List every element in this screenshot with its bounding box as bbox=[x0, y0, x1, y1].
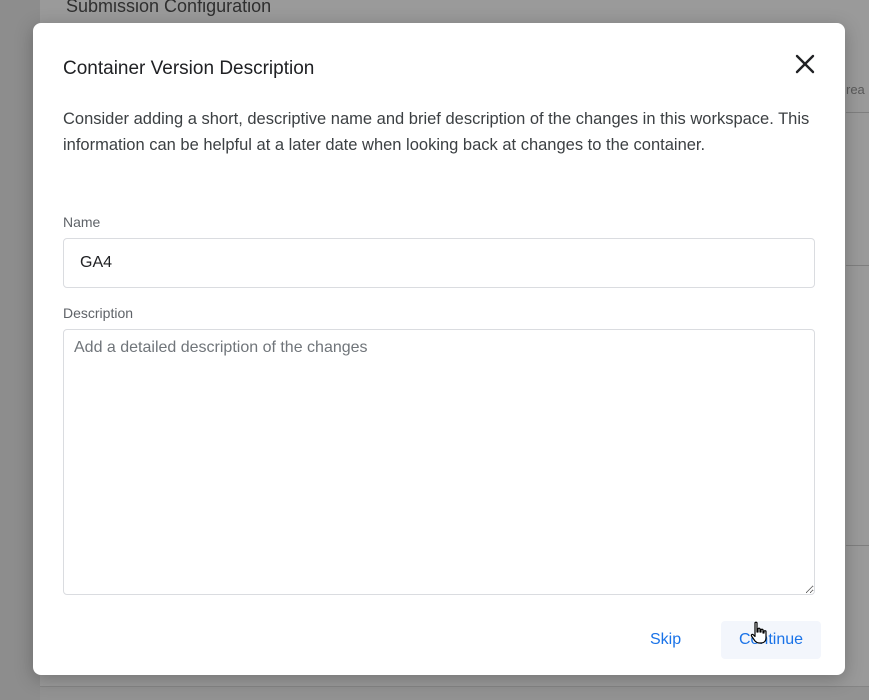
background-divider bbox=[846, 545, 869, 546]
name-input[interactable] bbox=[63, 238, 815, 288]
dialog-title: Container Version Description bbox=[63, 58, 315, 79]
hand-pointer-cursor-icon bbox=[750, 621, 767, 644]
continue-button[interactable]: Continue bbox=[721, 621, 821, 659]
background-divider bbox=[846, 265, 869, 266]
skip-button[interactable]: Skip bbox=[636, 621, 695, 659]
description-textarea[interactable] bbox=[63, 329, 815, 595]
close-button[interactable] bbox=[791, 50, 819, 78]
background-section-title: Submission Configuration bbox=[66, 0, 272, 16]
close-icon bbox=[795, 54, 815, 74]
background-divider bbox=[846, 112, 869, 113]
description-label: Description bbox=[63, 305, 134, 321]
background-footer bbox=[40, 686, 869, 700]
container-version-dialog: Container Version Description Consider a… bbox=[33, 23, 845, 675]
background-partial-text: rea bbox=[846, 82, 865, 97]
name-label: Name bbox=[63, 214, 101, 230]
dialog-description: Consider adding a short, descriptive nam… bbox=[63, 110, 810, 154]
